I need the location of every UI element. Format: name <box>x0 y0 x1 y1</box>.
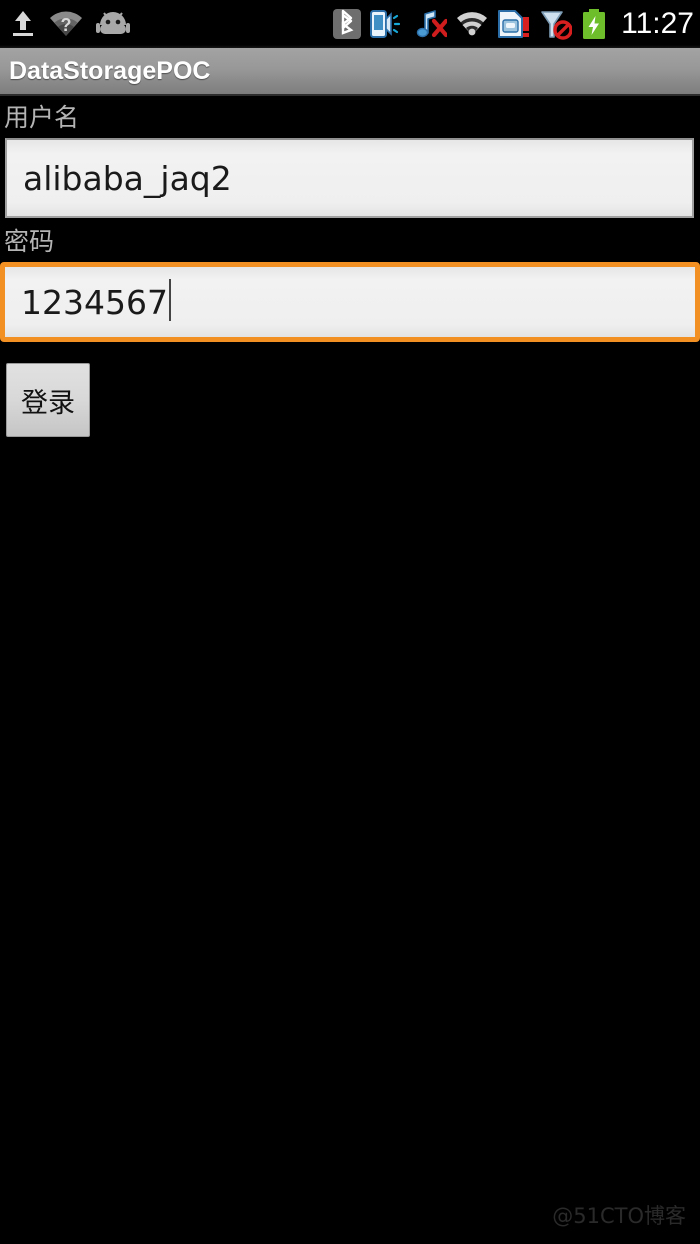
main-content: 用户名 alibaba_jaq2 密码 1234567 登录 @51CTO博客 <box>0 98 700 1244</box>
login-button[interactable]: 登录 <box>6 363 90 437</box>
text-cursor <box>168 279 171 321</box>
username-input[interactable]: alibaba_jaq2 <box>5 138 694 218</box>
password-input[interactable]: 1234567 <box>0 262 700 342</box>
battery-charging-icon <box>581 8 607 40</box>
watermark: @51CTO博客 <box>552 1204 686 1228</box>
ringer-vibrate-icon <box>370 8 404 40</box>
app-title-bar: DataStoragePOC <box>0 48 700 96</box>
username-value: alibaba_jaq2 <box>23 158 232 198</box>
music-off-icon <box>413 8 449 40</box>
app-title: DataStoragePOC <box>9 56 211 85</box>
status-bar[interactable]: ? 11:27 <box>0 0 700 48</box>
login-button-label: 登录 <box>21 387 75 419</box>
sim-card-alert-icon <box>497 8 531 40</box>
status-bar-left-icons: ? <box>10 9 130 39</box>
wifi-icon <box>456 10 488 38</box>
android-robot-icon <box>96 11 130 37</box>
wifi-unknown-icon: ? <box>50 10 82 38</box>
svg-text:?: ? <box>61 15 72 35</box>
status-bar-clock: 11:27 <box>621 7 694 40</box>
username-label: 用户名 <box>4 103 80 132</box>
password-value: 1234567 <box>21 282 168 322</box>
status-bar-right-icons: 11:27 <box>333 7 694 41</box>
bluetooth-icon <box>333 8 362 40</box>
upload-icon <box>10 9 36 39</box>
password-label: 密码 <box>4 227 55 256</box>
no-signal-icon <box>540 8 573 40</box>
